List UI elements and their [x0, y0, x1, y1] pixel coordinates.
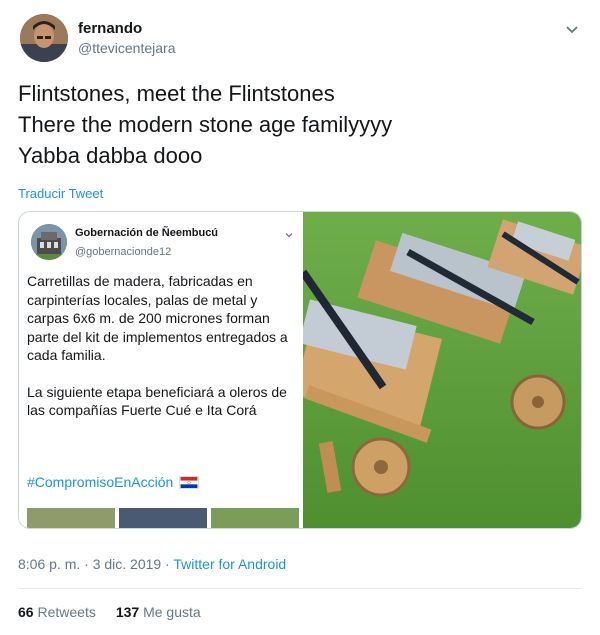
hashtag-link[interactable]: #CompromisoEnAcción [27, 474, 200, 490]
author-name[interactable]: fernando [78, 20, 142, 37]
quoted-tweet[interactable]: Gobernación de Ñeembucú @gobernacionde12… [18, 211, 582, 529]
media-thumbnails [27, 508, 299, 528]
likes-label: Me gusta [143, 604, 201, 620]
quoted-tweet-text: Carretillas de madera, fabricadas en car… [27, 272, 301, 438]
tweet-line: Yabba dabba dooo [18, 143, 203, 168]
divider [18, 588, 582, 589]
quoted-author-avatar[interactable] [31, 224, 67, 260]
tweet-line: Flintstones, meet the Flintstones [18, 81, 335, 106]
tweet-stats: 66 Retweets 137 Me gusta [18, 604, 201, 620]
author-avatar[interactable] [20, 14, 68, 62]
quoted-paragraph: Carretillas de madera, fabricadas en car… [27, 273, 288, 363]
tweet-card: fernando @ttevicentejara Flintstones, me… [0, 0, 600, 635]
likes-stat[interactable]: 137 Me gusta [116, 604, 201, 620]
paraguay-flag-icon [179, 475, 200, 489]
tweet-source-link[interactable]: Twitter for Android [173, 556, 286, 572]
tweet-text: Flintstones, meet the Flintstones There … [18, 78, 578, 171]
wheelbarrows-photo[interactable] [294, 212, 581, 528]
tweet-metadata: 8:06 p. m. · 3 dic. 2019 · Twitter for A… [18, 556, 286, 572]
quoted-author-handle[interactable]: @gobernacionde12 [75, 246, 171, 258]
media-thumbnail[interactable] [27, 508, 115, 528]
author-handle[interactable]: @ttevicentejara [78, 40, 175, 56]
tweet-timestamp[interactable]: 8:06 p. m. · 3 dic. 2019 · [18, 556, 173, 572]
hashtag-text[interactable]: #CompromisoEnAcción [27, 474, 173, 490]
chevron-down-icon[interactable] [562, 20, 582, 40]
likes-count: 137 [115, 604, 140, 620]
quoted-tweet-content: Gobernación de Ñeembucú @gobernacionde12… [19, 212, 303, 528]
retweets-stat[interactable]: 66 Retweets [18, 604, 96, 620]
tweet-line: There the modern stone age familyyyy [18, 112, 393, 137]
quoted-author-name[interactable]: Gobernación de Ñeembucú [75, 227, 218, 239]
media-thumbnail[interactable] [119, 508, 207, 528]
media-thumbnail[interactable] [211, 508, 299, 528]
retweets-count: 66 [18, 604, 34, 620]
quoted-paragraph: La siguiente etapa beneficiará a oleros … [27, 383, 287, 419]
retweets-label: Retweets [37, 604, 96, 620]
chevron-down-icon[interactable] [283, 228, 295, 240]
translate-tweet-link[interactable]: Traducir Tweet [18, 186, 103, 201]
